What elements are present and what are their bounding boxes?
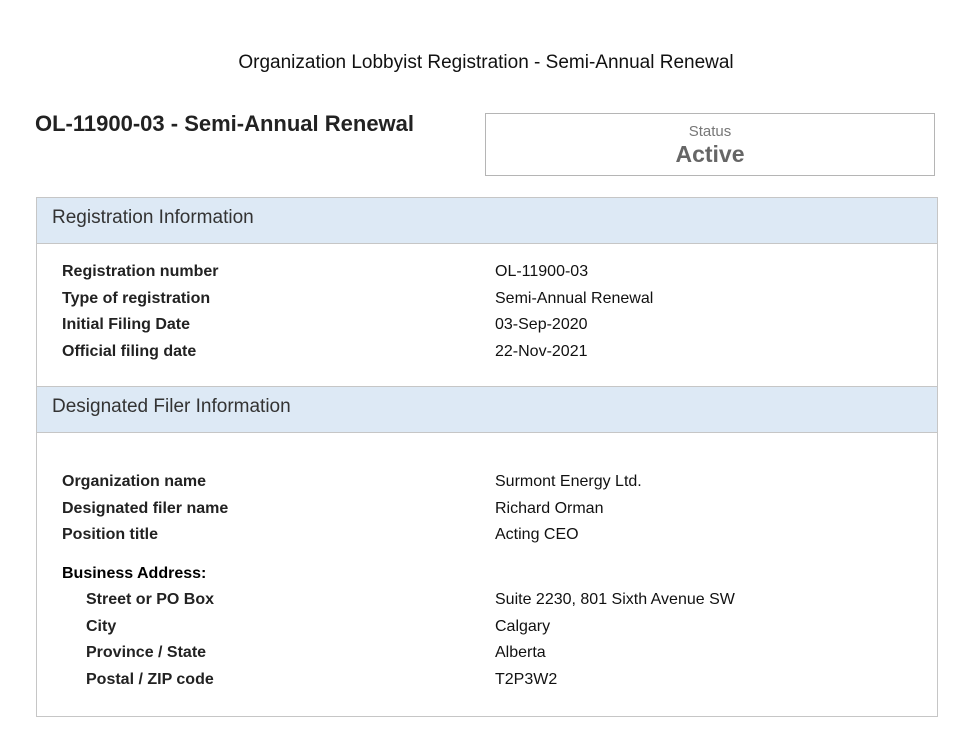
province-label: Province / State — [86, 644, 207, 662]
city-label: City — [86, 617, 117, 635]
designated-filer-name-label: Designated filer name — [62, 499, 229, 517]
postal-code-row: Postal / ZIP code T2P3W2 — [37, 671, 937, 698]
registration-number-label: Registration number — [62, 263, 219, 280]
organization-name-row: Organization name Surmont Energy Ltd. — [37, 473, 937, 500]
city-value: Calgary — [495, 617, 551, 635]
province-row: Province / State Alberta — [37, 644, 937, 671]
initial-filing-date-label: Initial Filing Date — [62, 316, 191, 334]
initial-filing-date-row: Initial Filing Date 03-Sep-2020 — [37, 316, 937, 343]
postal-code-label: Postal / ZIP code — [86, 671, 214, 689]
registration-information-panel: Registration Information Registration nu… — [36, 197, 938, 387]
street-row: Street or PO Box Suite 2230, 801 Sixth A… — [37, 591, 937, 618]
city-row: City Calgary — [37, 618, 937, 645]
street-value: Suite 2230, 801 Sixth Avenue SW — [495, 591, 735, 609]
page-title: Organization Lobbyist Registration - Sem… — [238, 52, 734, 73]
designated-filer-panel: Designated Filer Information Organizatio… — [36, 387, 938, 717]
registration-heading: OL-11900-03 - Semi-Annual Renewal — [35, 111, 415, 136]
street-label: Street or PO Box — [86, 591, 215, 609]
official-filing-date-row: Official filing date 22-Nov-2021 — [37, 343, 937, 370]
province-value: Alberta — [495, 644, 546, 662]
status-value: Active — [675, 141, 745, 167]
registration-number-value: OL-11900-03 — [495, 263, 589, 280]
postal-code-value: T2P3W2 — [495, 671, 558, 689]
position-title-label: Position title — [62, 526, 158, 544]
official-filing-date-value: 22-Nov-2021 — [495, 343, 588, 361]
designated-filer-header: Designated Filer Information — [37, 387, 937, 433]
position-title-value: Acting CEO — [495, 526, 579, 544]
initial-filing-date-value: 03-Sep-2020 — [495, 316, 588, 334]
registration-information-header: Registration Information — [37, 198, 937, 244]
business-address-title: Business Address: — [62, 565, 207, 583]
registration-type-value: Semi-Annual Renewal — [495, 289, 654, 307]
designated-filer-name-value: Richard Orman — [495, 499, 604, 517]
registration-type-label: Type of registration — [62, 289, 211, 307]
organization-name-label: Organization name — [62, 473, 207, 490]
status-box: Status Active — [485, 113, 935, 176]
registration-number-row: Registration number OL-11900-03 — [37, 263, 937, 290]
official-filing-date-label: Official filing date — [62, 343, 197, 361]
designated-filer-name-row: Designated filer name Richard Orman — [37, 500, 937, 527]
status-label: Status — [688, 123, 732, 140]
business-address-heading: Business Address: — [37, 565, 937, 591]
position-title-row: Position title Acting CEO — [37, 526, 937, 553]
registration-type-row: Type of registration Semi-Annual Renewal — [37, 290, 937, 317]
organization-name-value: Surmont Energy Ltd. — [495, 473, 642, 490]
